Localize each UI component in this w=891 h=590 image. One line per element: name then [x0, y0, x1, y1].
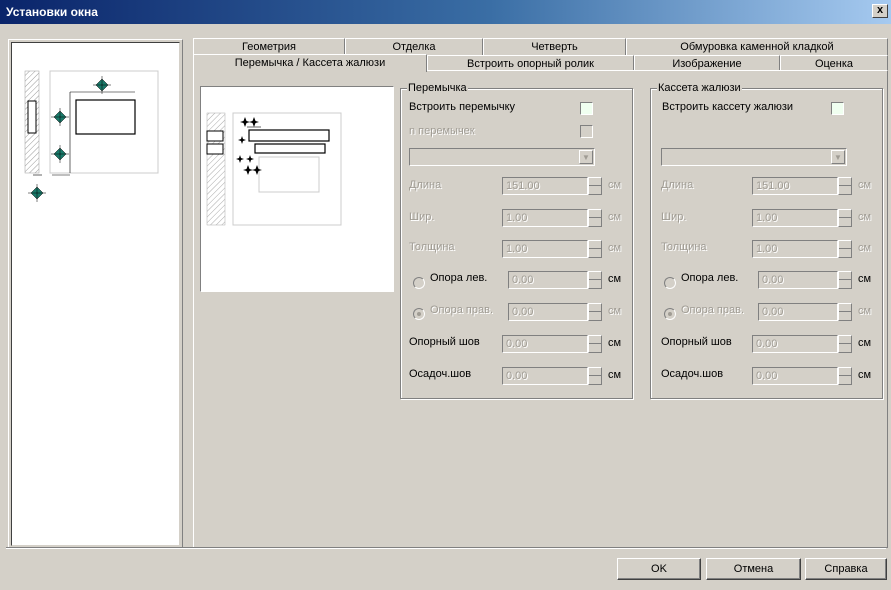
support-right-field[interactable]: 0.00 [508, 303, 588, 321]
embed-blind-label: Встроить кассету жалюзи [662, 101, 794, 113]
lintel-width-spinner[interactable] [588, 209, 602, 227]
blind-support-joint-field[interactable]: 0.00 [752, 335, 838, 353]
tab-finish[interactable]: Отделка [345, 38, 483, 55]
blind-thickness-field[interactable]: 1.00 [752, 240, 838, 258]
lintel-length-label: Длина [409, 179, 442, 191]
embed-blind-checkbox[interactable] [831, 102, 844, 115]
lintel-preview-diagram [206, 112, 342, 226]
window-geometry-diagram [24, 70, 159, 202]
lintel-thickness-unit: см [608, 242, 622, 254]
lintel-width-unit: см [608, 211, 622, 223]
settle-joint-spinner[interactable] [588, 367, 602, 385]
lintel-length-spinner[interactable] [588, 177, 602, 195]
blind-length-field[interactable]: 151.00 [752, 177, 838, 195]
blind-support-right-unit: см [858, 305, 872, 317]
chevron-down-icon[interactable]: ▼ [831, 150, 845, 164]
tab-lintel-blind[interactable]: Перемычка / Кассета жалюзи [193, 54, 427, 72]
chevron-down-icon[interactable]: ▼ [579, 150, 593, 164]
marker-outside [28, 184, 46, 202]
support-left-unit: см [608, 273, 622, 285]
support-left-label: Опора лев. [430, 272, 488, 284]
lintel-width-label: Шир. [409, 211, 435, 223]
settle-joint-unit: см [608, 369, 622, 381]
lintel-count-checkbox[interactable] [580, 125, 593, 138]
blind-support-joint-label: Опорный шов [661, 336, 732, 348]
title-bar: Установки окна x [0, 0, 891, 24]
blind-width-field[interactable]: 1.00 [752, 209, 838, 227]
blind-support-left-field[interactable]: 0.00 [758, 271, 838, 289]
blind-thickness-spinner[interactable] [838, 240, 852, 258]
blind-settle-joint-field[interactable]: 0.00 [752, 367, 838, 385]
blind-support-joint-unit: см [858, 337, 872, 349]
blind-length-spinner[interactable] [838, 177, 852, 195]
lintel-thickness-field[interactable]: 1.00 [502, 240, 588, 258]
blind-width-label: Шир. [661, 211, 687, 223]
blind-thickness-label: Толщина [661, 241, 707, 253]
cancel-button[interactable]: Отмена [706, 558, 801, 580]
blind-support-right-label: Опора прав. [681, 304, 745, 316]
lintel-thickness-label: Толщина [409, 241, 455, 253]
blind-support-right-radio[interactable] [664, 308, 676, 320]
blind-support-joint-spinner[interactable] [838, 335, 852, 353]
close-button[interactable]: x [872, 4, 888, 18]
lintel-length-field[interactable]: 151.00 [502, 177, 588, 195]
lintel-group-title: Перемычка [407, 82, 468, 94]
embed-lintel-checkbox[interactable] [580, 102, 593, 115]
footer-separator [6, 547, 886, 549]
blind-width-spinner[interactable] [838, 209, 852, 227]
blind-support-left-radio[interactable] [664, 277, 676, 289]
support-right-label: Опора прав. [430, 304, 494, 316]
blind-settle-joint-unit: см [858, 369, 872, 381]
tab-geometry[interactable]: Геометрия [193, 38, 345, 55]
support-left-radio[interactable] [413, 277, 425, 289]
blind-length-unit: см [858, 179, 872, 191]
lintel-length-unit: см [608, 179, 622, 191]
blind-type-select[interactable]: ▼ [661, 148, 847, 166]
tab-masonry[interactable]: Обмуровка каменной кладкой [626, 38, 888, 55]
lintel-type-select[interactable]: ▼ [409, 148, 595, 166]
support-joint-label: Опорный шов [409, 336, 480, 348]
blind-settle-joint-label: Осадоч.шов [661, 368, 724, 380]
lintel-preview [200, 86, 394, 292]
left-preview-canvas [11, 42, 180, 546]
lintel-width-field[interactable]: 1.00 [502, 209, 588, 227]
support-left-field[interactable]: 0.00 [508, 271, 588, 289]
blind-width-unit: см [858, 211, 872, 223]
help-button[interactable]: Справка [805, 558, 887, 580]
blind-support-left-unit: см [858, 273, 872, 285]
blind-support-right-field[interactable]: 0.00 [758, 303, 838, 321]
left-preview-panel [8, 39, 183, 549]
blind-settle-joint-spinner[interactable] [838, 367, 852, 385]
support-right-radio[interactable] [413, 308, 425, 320]
support-right-unit: см [608, 305, 622, 317]
settle-joint-label: Осадоч.шов [409, 368, 472, 380]
blind-thickness-unit: см [858, 242, 872, 254]
ok-button[interactable]: OK [617, 558, 701, 580]
support-joint-spinner[interactable] [588, 335, 602, 353]
embed-lintel-label: Встроить перемычку [409, 101, 516, 113]
support-left-spinner[interactable] [588, 271, 602, 289]
blind-support-left-spinner[interactable] [838, 271, 852, 289]
support-joint-unit: см [608, 337, 622, 349]
lintel-thickness-spinner[interactable] [588, 240, 602, 258]
support-joint-field[interactable]: 0.00 [502, 335, 588, 353]
window-title: Установки окна [6, 5, 98, 19]
settle-joint-field[interactable]: 0.00 [502, 367, 588, 385]
lintel-count-label: n перемычек [409, 125, 475, 137]
tab-rebate[interactable]: Четверть [483, 38, 626, 55]
dialog-body: Геометрия Отделка Четверть Обмуровка кам… [0, 24, 891, 590]
blind-support-right-spinner[interactable] [838, 303, 852, 321]
blind-support-left-label: Опора лев. [681, 272, 739, 284]
support-right-spinner[interactable] [588, 303, 602, 321]
blind-box-group-title: Кассета жалюзи [657, 82, 742, 94]
blind-length-label: Длина [661, 179, 694, 191]
